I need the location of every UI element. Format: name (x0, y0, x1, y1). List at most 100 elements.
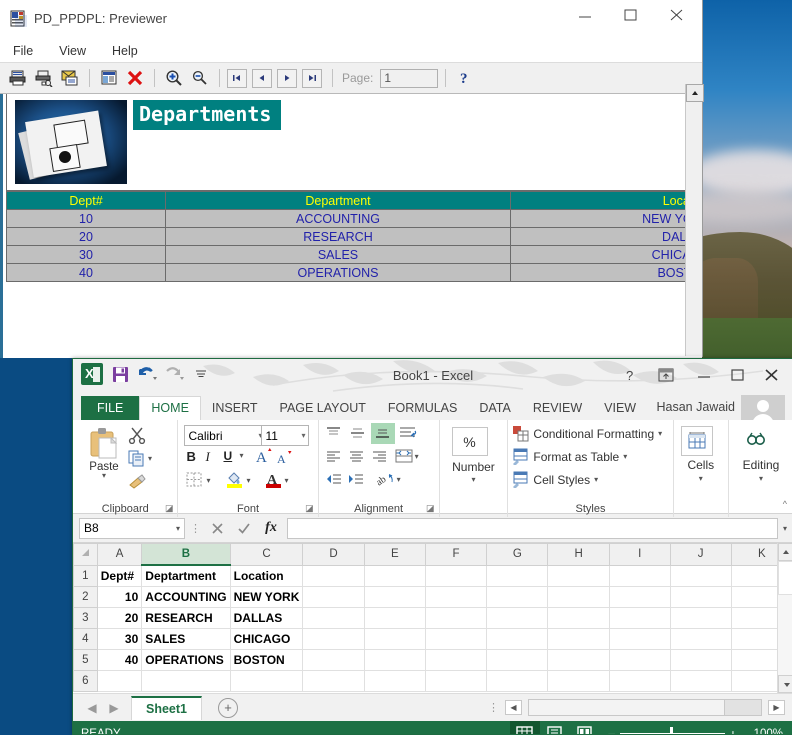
cell-b2[interactable]: ACCOUNTING (142, 586, 230, 607)
chevron-down-icon[interactable]: ▾ (674, 474, 728, 483)
grid-vertical-scrollbar[interactable] (777, 543, 792, 693)
chevron-down-icon[interactable]: ▾ (783, 524, 787, 533)
cell-f1[interactable] (425, 565, 486, 586)
cell-a1[interactable]: Dept# (97, 565, 142, 586)
increase-indent-button[interactable] (347, 472, 364, 490)
excel-help-button[interactable]: ? (615, 363, 645, 387)
user-account-name[interactable]: Hasan Jawaid (656, 400, 735, 414)
tab-view[interactable]: VIEW (593, 397, 647, 420)
font-size-input[interactable]: 11 ▾ (261, 425, 309, 446)
zoom-level-label[interactable]: 100% (745, 728, 783, 735)
first-page-icon[interactable] (227, 69, 247, 88)
zoom-slider-thumb[interactable] (670, 727, 673, 735)
previewer-close-button[interactable] (654, 0, 700, 30)
cell-d6[interactable] (303, 670, 364, 691)
chevron-down-icon[interactable]: ▾ (206, 476, 210, 485)
cell-e2[interactable] (364, 586, 425, 607)
tab-home[interactable]: HOME (139, 396, 201, 420)
mail-icon[interactable] (58, 66, 82, 90)
scroll-down-icon[interactable] (778, 675, 792, 693)
name-box[interactable]: B8 ▾ (79, 518, 185, 539)
cell-b3[interactable]: RESEARCH (142, 607, 230, 628)
merge-center-button[interactable]: ▾ (395, 449, 419, 464)
cell-d3[interactable] (303, 607, 364, 628)
scrollbar-thumb[interactable] (778, 561, 792, 595)
cell-c2[interactable]: NEW YORK (230, 586, 303, 607)
cell-d4[interactable] (303, 628, 364, 649)
column-header-f[interactable]: F (425, 544, 486, 566)
fill-color-button[interactable]: ▾ (226, 470, 250, 491)
copy-button[interactable]: ▾ (128, 450, 152, 467)
cells-button[interactable] (681, 426, 713, 456)
chevron-down-icon[interactable]: ▾ (623, 452, 627, 461)
font-dialog-launcher-icon[interactable]: ◪ (305, 503, 314, 514)
ribbon-display-options-button[interactable] (651, 363, 681, 387)
cell-c6[interactable] (230, 670, 303, 691)
cell-a2[interactable]: 10 (97, 586, 142, 607)
bold-button[interactable]: B (186, 449, 195, 464)
next-sheet-icon[interactable]: ▶ (103, 698, 125, 718)
chevron-down-icon[interactable]: ▾ (284, 476, 288, 485)
align-center-button[interactable] (348, 450, 365, 467)
font-color-button[interactable]: A ▾ (266, 470, 288, 491)
cell-f2[interactable] (425, 586, 486, 607)
cell-d5[interactable] (303, 649, 364, 670)
select-all-corner[interactable] (74, 544, 98, 566)
help-icon[interactable]: ? (453, 66, 477, 90)
cell-a3[interactable]: 20 (97, 607, 142, 628)
insert-function-button[interactable]: fx (260, 518, 282, 538)
cell-g6[interactable] (487, 670, 548, 691)
column-header-j[interactable]: J (670, 544, 731, 566)
cell-i4[interactable] (609, 628, 670, 649)
cancel-entry-button[interactable] (206, 518, 228, 538)
collapse-ribbon-icon[interactable]: ^ (783, 499, 787, 509)
cell-e3[interactable] (364, 607, 425, 628)
wrap-text-button[interactable] (399, 426, 417, 444)
last-page-icon[interactable] (302, 69, 322, 88)
cell-c5[interactable]: BOSTON (230, 649, 303, 670)
excel-minimize-button[interactable] (689, 363, 719, 387)
formula-input[interactable] (287, 518, 778, 539)
cell-j1[interactable] (670, 565, 731, 586)
cell-j4[interactable] (670, 628, 731, 649)
cell-g3[interactable] (487, 607, 548, 628)
column-header-e[interactable]: E (364, 544, 425, 566)
column-header-c[interactable]: C (230, 544, 303, 566)
cell-g1[interactable] (487, 565, 548, 586)
cell-i6[interactable] (609, 670, 670, 691)
cell-h4[interactable] (548, 628, 609, 649)
cell-h6[interactable] (548, 670, 609, 691)
previewer-maximize-button[interactable] (608, 0, 654, 30)
previous-page-icon[interactable] (252, 69, 272, 88)
clipboard-dialog-launcher-icon[interactable]: ◪ (165, 503, 174, 514)
chevron-down-icon[interactable]: ▾ (81, 473, 127, 479)
cell-a6[interactable] (97, 670, 142, 691)
add-sheet-icon[interactable]: + (218, 698, 238, 718)
cell-e4[interactable] (364, 628, 425, 649)
chevron-down-icon[interactable]: ▾ (658, 429, 662, 438)
menu-item-view[interactable]: View (56, 43, 89, 59)
cell-b5[interactable]: OPERATIONS (142, 649, 230, 670)
cell-a5[interactable]: 40 (97, 649, 142, 670)
cell-c4[interactable]: CHICAGO (230, 628, 303, 649)
cell-a4[interactable]: 30 (97, 628, 142, 649)
chevron-down-icon[interactable]: ▾ (176, 524, 180, 533)
decrease-indent-button[interactable] (325, 472, 342, 490)
cell-f3[interactable] (425, 607, 486, 628)
next-page-icon[interactable] (277, 69, 297, 88)
italic-button[interactable]: I (205, 449, 209, 465)
cell-b6[interactable] (142, 670, 230, 691)
tab-data[interactable]: DATA (468, 397, 521, 420)
bottom-align-button[interactable] (371, 423, 395, 444)
column-header-h[interactable]: H (548, 544, 609, 566)
column-header-d[interactable]: D (303, 544, 364, 566)
chevron-down-icon[interactable]: ▾ (239, 451, 243, 460)
row-header-1[interactable]: 1 (74, 565, 98, 586)
cell-j3[interactable] (670, 607, 731, 628)
conditional-formatting-button[interactable]: Conditional Formatting ▾ (512, 425, 662, 442)
scroll-up-icon[interactable] (686, 84, 704, 102)
page-number-input[interactable]: 1 (380, 69, 438, 88)
previewer-minimize-button[interactable] (562, 0, 608, 30)
row-header-2[interactable]: 2 (74, 586, 98, 607)
menu-item-file[interactable]: File (10, 43, 36, 59)
